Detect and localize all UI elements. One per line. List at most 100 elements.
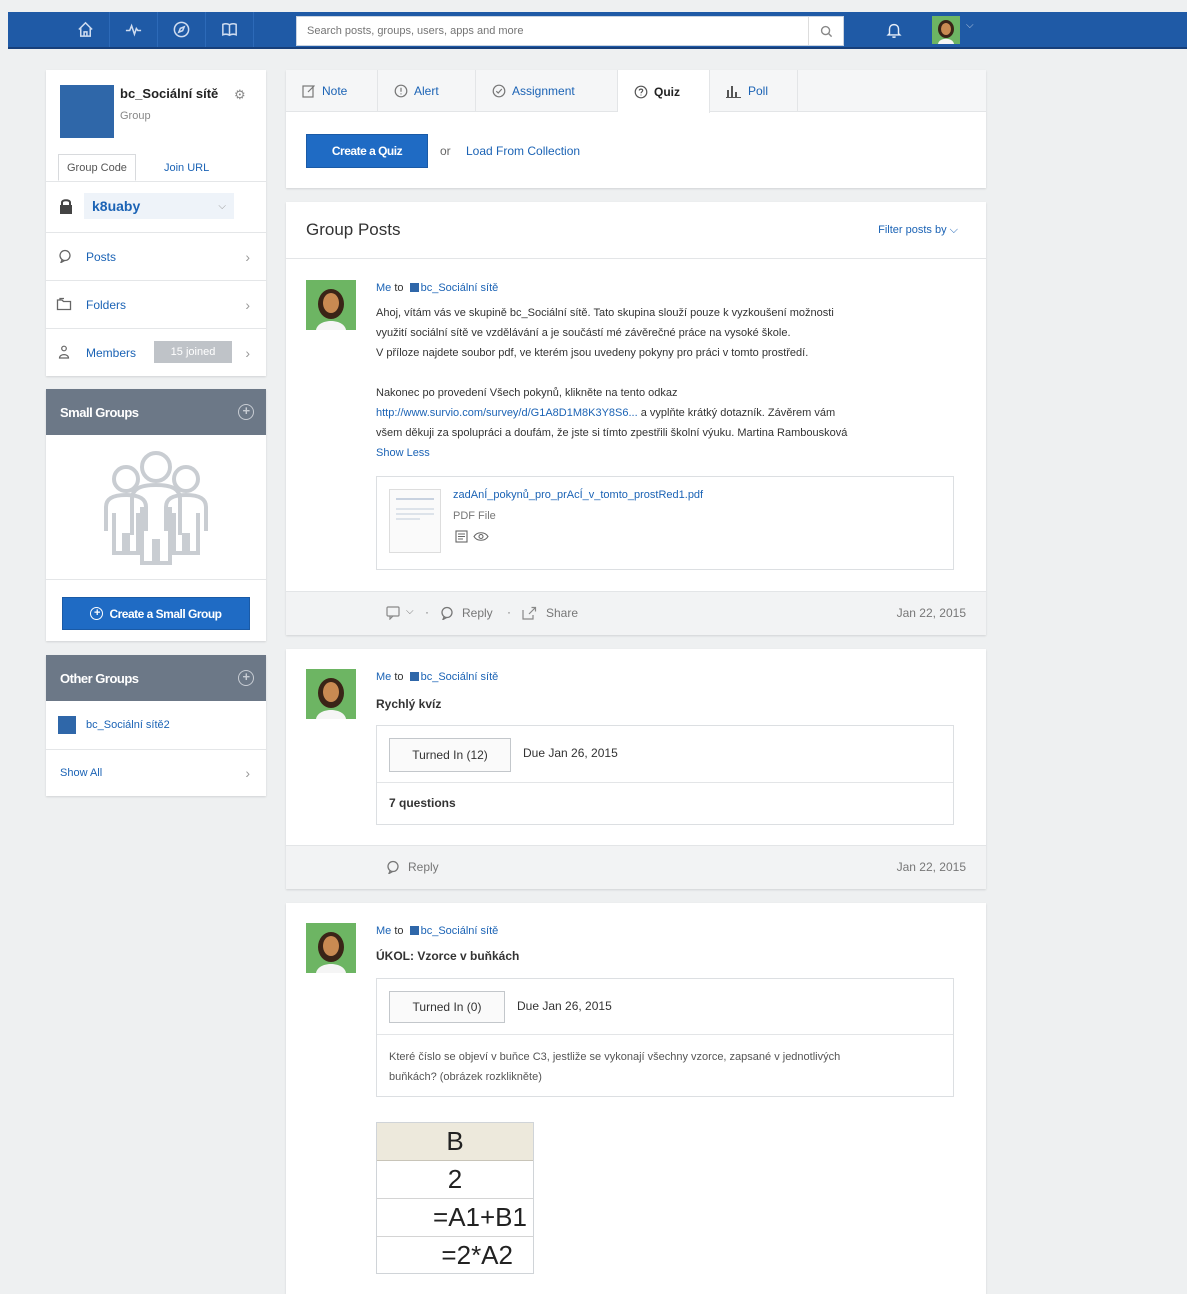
reaction-icon[interactable] xyxy=(386,606,402,623)
other-group-name: bc_Sociální sítě2 xyxy=(86,719,170,731)
assignment-title[interactable]: ÚKOL: Vzorce v buňkách xyxy=(376,949,519,963)
chevron-down-icon: ⌵ xyxy=(949,224,958,236)
group-type: Group xyxy=(120,110,151,122)
filter-posts-dropdown[interactable]: Filter posts by ⌵ xyxy=(878,224,958,237)
show-all-label: Show All xyxy=(60,767,103,779)
post-recipients: Me to bc_Sociální sítě xyxy=(376,282,498,294)
recipient-group-link[interactable]: bc_Sociální sítě xyxy=(421,282,499,294)
search-box xyxy=(296,16,844,46)
add-small-group-plus-icon[interactable]: + xyxy=(238,404,254,420)
spreadsheet-cell: 2 xyxy=(377,1161,533,1199)
note-edit-icon xyxy=(302,85,315,98)
recipient-group-link[interactable]: bc_Sociální sítě xyxy=(421,671,499,683)
show-less-link[interactable]: Show Less xyxy=(376,443,966,463)
share-button[interactable]: Share xyxy=(546,606,578,620)
create-quiz-button[interactable]: Create a Quiz xyxy=(306,134,428,168)
create-small-group-button[interactable]: + Create a Small Group xyxy=(62,597,250,630)
post-composer: Note Alert Assignment Quiz Poll Create a… xyxy=(286,70,986,188)
pdf-thumbnail xyxy=(389,489,441,553)
post-text-line: Nakonec po provedení Všech pokynů, klikn… xyxy=(376,387,678,399)
sidebar-item-members[interactable]: Members 15 joined › xyxy=(46,328,266,376)
survey-link[interactable]: http://www.survio.com/survey/d/G1A8D1M8K… xyxy=(376,407,638,419)
post-text-line: V příloze najdete soubor pdf, ve kterém … xyxy=(376,347,809,359)
other-group-item[interactable]: bc_Sociální sítě2 xyxy=(46,701,266,749)
group-settings-gear-icon[interactable]: ⚙ xyxy=(234,87,246,103)
add-group-plus-icon[interactable]: + xyxy=(238,670,254,686)
sidebar-item-label: Members xyxy=(86,345,137,360)
tab-alert[interactable]: Alert xyxy=(378,70,476,112)
user-avatar[interactable] xyxy=(932,16,960,44)
chevron-right-icon: › xyxy=(245,296,250,313)
post-text-line: Ahoj, vítám vás ve skupině bc_Sociální s… xyxy=(376,307,834,319)
spreadsheet-image[interactable]: B 2 =A1+B1 =2*A2 xyxy=(376,1122,534,1274)
tab-label: Assignment xyxy=(512,84,575,98)
group-info-card: bc_Sociální sítě ⚙ Group Group Code Join… xyxy=(46,70,266,376)
sidebar-item-posts[interactable]: Posts › xyxy=(46,232,266,280)
search-input[interactable] xyxy=(297,17,802,45)
question-count: 7 questions xyxy=(389,796,456,810)
discover-compass-icon[interactable] xyxy=(158,12,206,47)
post-body: Ahoj, vítám vás ve skupině bc_Sociální s… xyxy=(376,303,966,463)
share-icon xyxy=(522,606,537,623)
reply-icon xyxy=(440,606,454,623)
description-line: Které číslo se objeví v buňce C3, jestli… xyxy=(389,1051,841,1063)
tab-assignment[interactable]: Assignment xyxy=(476,70,618,112)
post-date: Jan 22, 2015 xyxy=(896,860,966,874)
tab-quiz[interactable]: Quiz xyxy=(618,70,710,113)
spreadsheet-cell: =2*A2 xyxy=(441,1239,513,1270)
small-groups-title: Small Groups xyxy=(60,404,139,420)
people-group-icon xyxy=(104,451,208,565)
search-button[interactable] xyxy=(808,17,843,45)
author-avatar[interactable] xyxy=(306,669,356,719)
group-posts-title: Group Posts xyxy=(306,220,401,239)
other-groups-title: Other Groups xyxy=(60,670,139,686)
document-preview-icon[interactable] xyxy=(455,530,468,546)
group-code-select[interactable]: k8uaby ⌵ xyxy=(84,193,234,219)
group-code-row: k8uaby ⌵ xyxy=(46,181,266,229)
quiz-title[interactable]: Rychlý kvíz xyxy=(376,697,441,711)
group-thumbnail xyxy=(60,85,114,138)
activity-icon[interactable] xyxy=(110,12,158,47)
tab-group-code[interactable]: Group Code xyxy=(58,154,136,181)
tab-label: Alert xyxy=(414,84,439,98)
attachment-file-name[interactable]: zadAnÍ_pokynů_pro_prAcÍ_v_tomto_prostRed… xyxy=(453,489,703,501)
members-group-icon xyxy=(56,345,72,362)
notifications-bell-icon[interactable] xyxy=(874,12,914,47)
reply-button[interactable]: Reply xyxy=(462,606,493,620)
or-label: or xyxy=(440,144,451,158)
author-avatar[interactable] xyxy=(306,280,356,330)
sender-link[interactable]: Me xyxy=(376,282,391,294)
due-date: Due Jan 26, 2015 xyxy=(517,999,612,1013)
post-text-line: využití sociální sítě ve vzdělávání a je… xyxy=(376,327,791,339)
sender-link[interactable]: Me xyxy=(376,925,391,937)
small-groups-empty-state xyxy=(46,435,266,579)
turned-in-button[interactable]: Turned In (0) xyxy=(389,991,505,1023)
group-name[interactable]: bc_Sociální sítě xyxy=(120,86,218,101)
tab-poll[interactable]: Poll xyxy=(710,70,798,112)
tab-label: Poll xyxy=(748,84,769,98)
tab-join-url[interactable]: Join URL xyxy=(156,154,217,181)
attachment-card[interactable]: zadAnÍ_pokynů_pro_prAcÍ_v_tomto_prostRed… xyxy=(376,476,954,570)
post-text-line: všem děkuji za spolupráci a doufám, že j… xyxy=(376,427,848,439)
tab-note[interactable]: Note xyxy=(286,70,378,112)
turned-in-button[interactable]: Turned In (12) xyxy=(389,738,511,772)
home-icon[interactable] xyxy=(62,12,110,47)
checkmark-circle-icon xyxy=(492,84,506,98)
sender-link[interactable]: Me xyxy=(376,671,391,683)
eye-view-icon[interactable] xyxy=(473,530,489,546)
reply-button[interactable]: Reply xyxy=(408,860,439,874)
sidebar-item-folders[interactable]: Folders › xyxy=(46,280,266,328)
show-all-groups-link[interactable]: Show All › xyxy=(46,749,266,796)
recipient-group-link[interactable]: bc_Sociální sítě xyxy=(421,925,499,937)
library-book-icon[interactable] xyxy=(206,12,254,47)
author-avatar[interactable] xyxy=(306,923,356,973)
chevron-right-icon: › xyxy=(245,248,250,265)
column-header: B xyxy=(377,1123,533,1161)
post-footer: Reply Jan 22, 2015 xyxy=(286,845,986,889)
user-menu-chevron-icon[interactable]: ⌵ xyxy=(966,20,974,31)
chevron-right-icon: › xyxy=(245,765,250,781)
filter-label: Filter posts by xyxy=(878,224,947,236)
quiz-post: Me to bc_Sociální sítě Rychlý kvíz Turne… xyxy=(286,649,986,889)
load-from-collection-link[interactable]: Load From Collection xyxy=(466,144,580,158)
chevron-down-icon[interactable]: ⌵ xyxy=(406,606,414,617)
